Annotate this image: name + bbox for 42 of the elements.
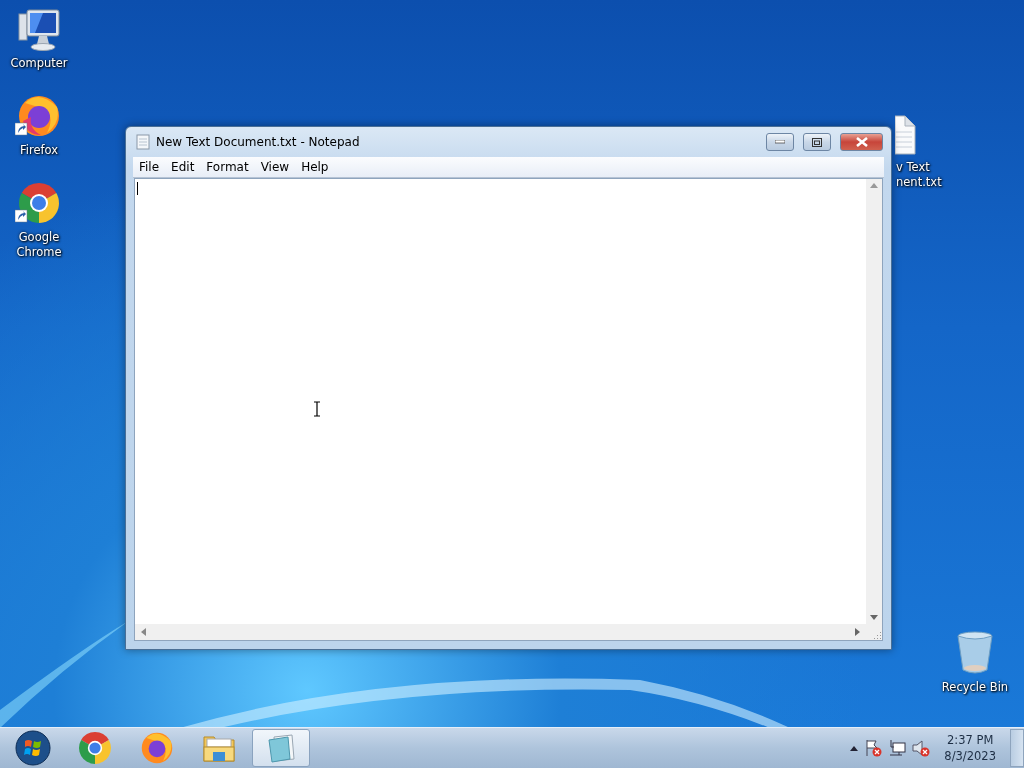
icon-label[interactable]: Firefox (19, 143, 59, 158)
icon-label[interactable]: Google Chrome (16, 230, 62, 260)
scroll-up-icon (870, 183, 878, 188)
chrome-icon (79, 732, 111, 764)
show-desktop-button[interactable] (1010, 729, 1024, 767)
menu-item[interactable]: View (254, 160, 296, 174)
clock-time: 2:37 PM (947, 732, 994, 748)
maximize-icon (812, 137, 822, 147)
vertical-scrollbar[interactable] (866, 179, 882, 624)
caret-up-icon[interactable] (850, 745, 859, 751)
speaker-muted-icon[interactable] (912, 739, 931, 757)
icon-label[interactable]: Recycle Bin (941, 680, 1009, 695)
window-title: New Text Document.txt - Notepad (156, 135, 361, 149)
notepad-icon (266, 733, 296, 763)
scroll-down-icon (870, 615, 878, 620)
menu-item[interactable]: File (133, 160, 166, 174)
close-button[interactable] (840, 133, 883, 151)
text-cursor-icon (313, 401, 321, 417)
computer-icon (15, 8, 63, 52)
scroll-left-icon (141, 628, 146, 636)
folder-icon (203, 734, 235, 762)
start-orb-icon (15, 730, 51, 766)
menu-item[interactable]: Help (295, 160, 335, 174)
firefox-icon (141, 732, 173, 764)
minimize-button[interactable] (766, 133, 794, 151)
notepad-icon (136, 134, 150, 150)
horizontal-scrollbar[interactable] (135, 624, 866, 640)
menu-item[interactable]: Edit (165, 160, 201, 174)
menu-item[interactable]: Format (200, 160, 255, 174)
text-file-icon (895, 114, 917, 156)
network-icon[interactable] (888, 739, 907, 757)
minimize-icon (775, 140, 785, 144)
clock[interactable]: 2:37 PM 8/3/2023 (936, 732, 1004, 764)
close-icon (855, 137, 868, 147)
resize-grip-icon[interactable] (872, 630, 882, 640)
clock-date: 8/3/2023 (944, 748, 996, 764)
flag-error-icon[interactable] (864, 739, 883, 757)
scroll-right-icon (855, 628, 860, 636)
maximize-button[interactable] (803, 133, 831, 151)
icon-label[interactable]: Computer (10, 56, 68, 71)
icon-label[interactable]: v Text nent.txt (896, 160, 942, 190)
recycle-bin-icon (955, 630, 995, 676)
